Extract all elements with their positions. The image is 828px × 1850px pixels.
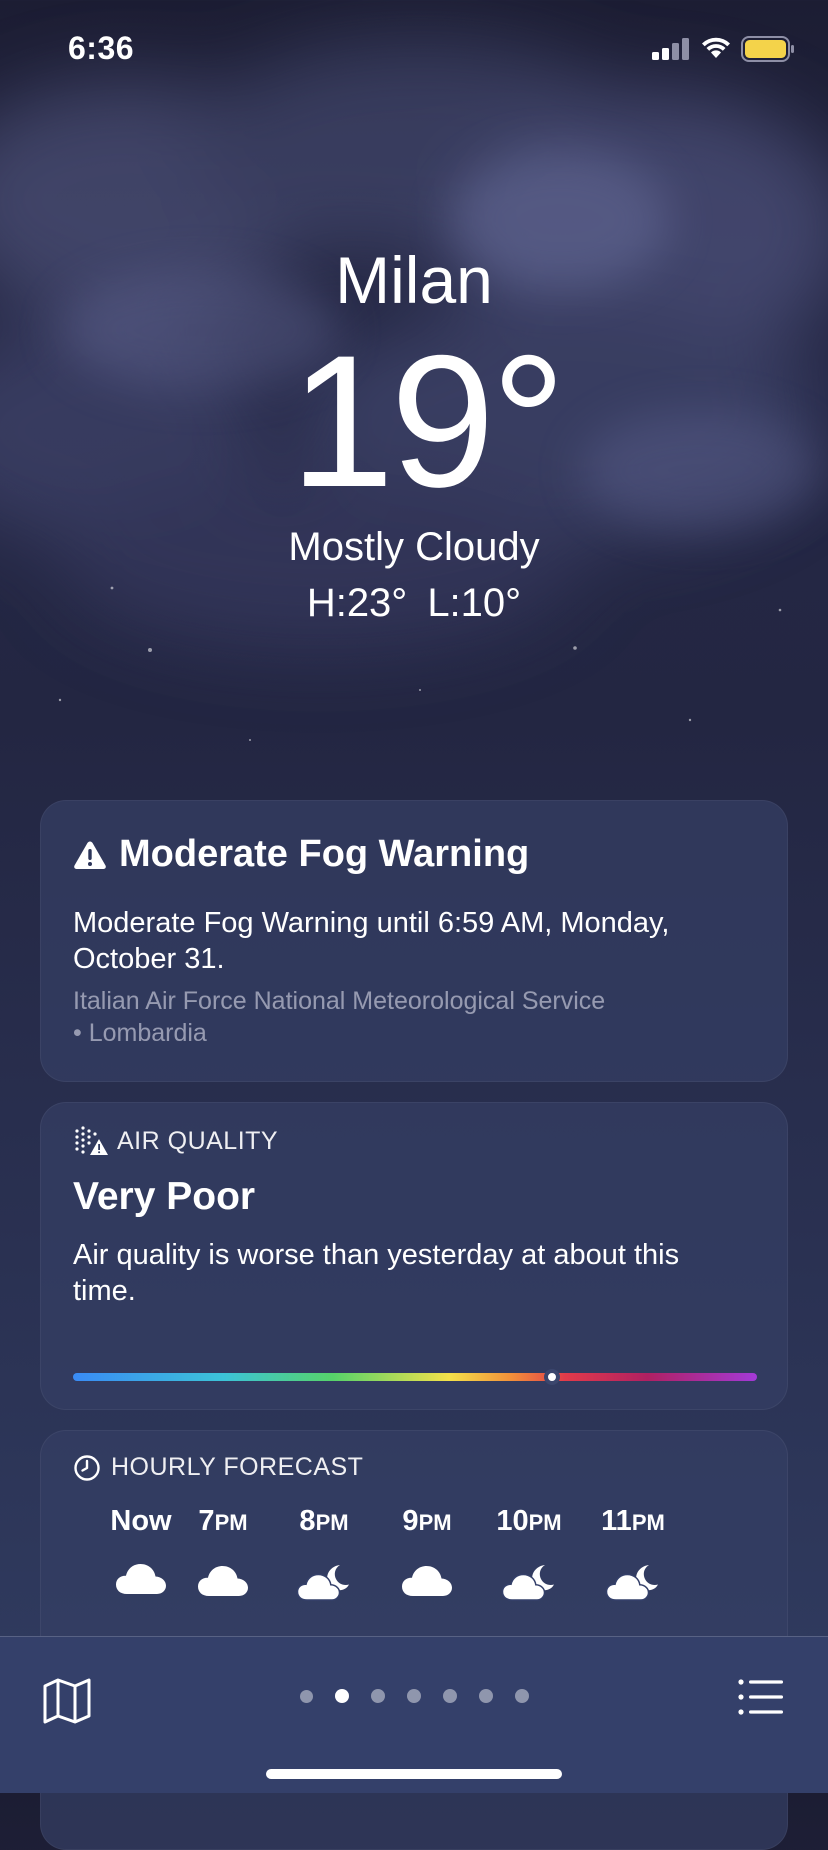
alert-source: Italian Air Force National Meteorologica… bbox=[73, 985, 753, 1049]
air-quality-header: AIR QUALITY bbox=[73, 1125, 278, 1157]
hourly-period: PM bbox=[315, 1510, 349, 1535]
air-quality-description: Air quality is worse than yesterday at a… bbox=[73, 1239, 680, 1307]
high-temperature: H:23° bbox=[306, 581, 408, 625]
weather-condition: Mostly Cloudy bbox=[288, 525, 540, 569]
warning-triangle-icon bbox=[73, 840, 107, 870]
alert-region: • Lombardia bbox=[73, 1019, 207, 1047]
city-name: Milan bbox=[335, 243, 493, 317]
air-quality-scale bbox=[73, 1369, 757, 1385]
moon-cloud-icon bbox=[573, 1563, 693, 1609]
page-dot[interactable] bbox=[299, 1689, 313, 1703]
alert-source-name: Italian Air Force National Meteorologica… bbox=[73, 987, 606, 1015]
page-dot[interactable] bbox=[334, 1689, 349, 1703]
status-bar: 6:36 bbox=[0, 0, 828, 100]
alert-title-row: Moderate Fog Warning bbox=[73, 833, 529, 876]
hourly-forecast-label: HOURLY FORECAST bbox=[111, 1453, 364, 1481]
status-time: 6:36 bbox=[68, 30, 135, 66]
moon-cloud-icon bbox=[264, 1563, 384, 1609]
hourly-period: PM bbox=[631, 1510, 665, 1535]
severe-weather-alert-card[interactable]: Moderate Fog Warning Moderate Fog Warnin… bbox=[40, 800, 788, 1082]
page-dot[interactable] bbox=[442, 1689, 457, 1703]
current-temperature: 19° bbox=[289, 316, 566, 526]
page-indicator[interactable] bbox=[0, 1681, 828, 1711]
high-low-temperature: H:23° L:10° bbox=[0, 576, 828, 630]
moon-cloud-icon bbox=[469, 1563, 589, 1609]
air-quality-label: AIR QUALITY bbox=[117, 1126, 279, 1155]
bottom-toolbar bbox=[0, 1636, 828, 1793]
clock-icon bbox=[73, 1454, 101, 1482]
air-quality-indicator bbox=[543, 1369, 560, 1385]
hourly-period: PM bbox=[528, 1510, 562, 1535]
air-quality-level: Very Poor bbox=[73, 1175, 256, 1218]
hourly-time: 10PM bbox=[496, 1505, 562, 1537]
hourly-period: PM bbox=[418, 1510, 452, 1535]
air-quality-icon bbox=[73, 1125, 109, 1157]
current-weather: Milan 19° Mostly Cloudy H:23° L:10° bbox=[0, 240, 828, 630]
page-dot[interactable] bbox=[514, 1689, 529, 1703]
hourly-forecast-header: HOURLY FORECAST bbox=[73, 1453, 363, 1482]
list-icon[interactable] bbox=[738, 1679, 784, 1715]
battery-icon bbox=[741, 36, 794, 62]
low-temperature: L:10° bbox=[427, 581, 522, 625]
page-dot[interactable] bbox=[370, 1689, 385, 1703]
hourly-time: 11PM bbox=[601, 1505, 665, 1537]
hourly-item: 10PM bbox=[469, 1501, 589, 1609]
air-quality-card[interactable]: AIR QUALITY Very Poor Air quality is wor… bbox=[40, 1102, 788, 1410]
page-dot[interactable] bbox=[406, 1689, 421, 1703]
page-dot[interactable] bbox=[478, 1689, 493, 1703]
alert-title: Moderate Fog Warning bbox=[119, 833, 530, 875]
hourly-item: 8PM bbox=[264, 1501, 384, 1609]
wifi-icon bbox=[702, 37, 730, 58]
hourly-time: 8PM bbox=[299, 1505, 349, 1537]
hourly-item: 11PM bbox=[573, 1501, 693, 1609]
hourly-period: PM bbox=[214, 1510, 248, 1535]
home-indicator bbox=[266, 1769, 562, 1779]
cellular-signal-icon bbox=[652, 38, 689, 60]
alert-description: Moderate Fog Warning until 6:59 AM, Mond… bbox=[73, 907, 670, 975]
